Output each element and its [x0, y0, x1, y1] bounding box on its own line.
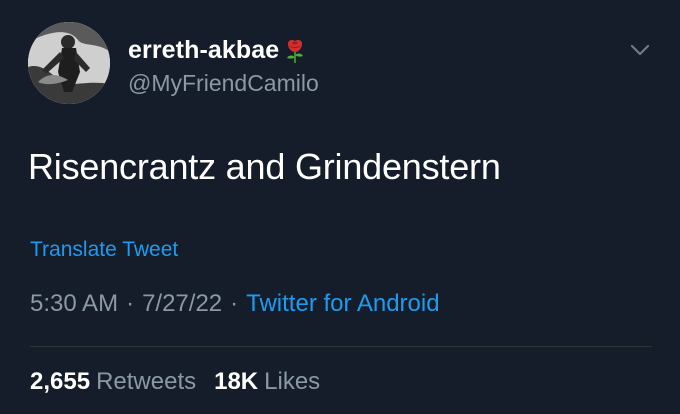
likes-count: 18K	[214, 368, 259, 395]
divider	[30, 346, 652, 347]
author-name-row[interactable]: erreth-akbae	[128, 36, 307, 65]
avatar-image	[28, 22, 110, 104]
tweet-metadata: 5:30 AM · 7/27/22 · Twitter for Android	[30, 290, 440, 318]
user-handle[interactable]: @MyFriendCamilo	[128, 70, 319, 97]
chevron-down-icon[interactable]	[628, 40, 652, 60]
display-name[interactable]: erreth-akbae	[128, 36, 279, 65]
meta-separator: ·	[126, 290, 135, 317]
likes-stat[interactable]: 18K Likes	[214, 368, 320, 396]
tweet-source-link[interactable]: Twitter for Android	[246, 290, 439, 318]
tweet-card: erreth-akbae @MyFriendCamilo Risencrantz…	[0, 0, 680, 414]
retweets-stat[interactable]: 2,655 Retweets	[30, 368, 196, 396]
tweet-date[interactable]: 7/27/22	[142, 290, 222, 318]
engagement-stats: 2,655 Retweets 18K Likes	[30, 368, 320, 396]
retweets-count: 2,655	[30, 368, 91, 395]
rose-emoji-icon	[283, 38, 307, 64]
avatar[interactable]	[28, 22, 110, 104]
tweet-text: Risencrantz and Grindenstern	[28, 146, 501, 187]
likes-label: Likes	[264, 368, 321, 395]
tweet-time[interactable]: 5:30 AM	[30, 290, 118, 318]
retweets-label: Retweets	[96, 368, 197, 395]
translate-tweet-link[interactable]: Translate Tweet	[30, 238, 178, 262]
meta-separator: ·	[230, 290, 239, 317]
